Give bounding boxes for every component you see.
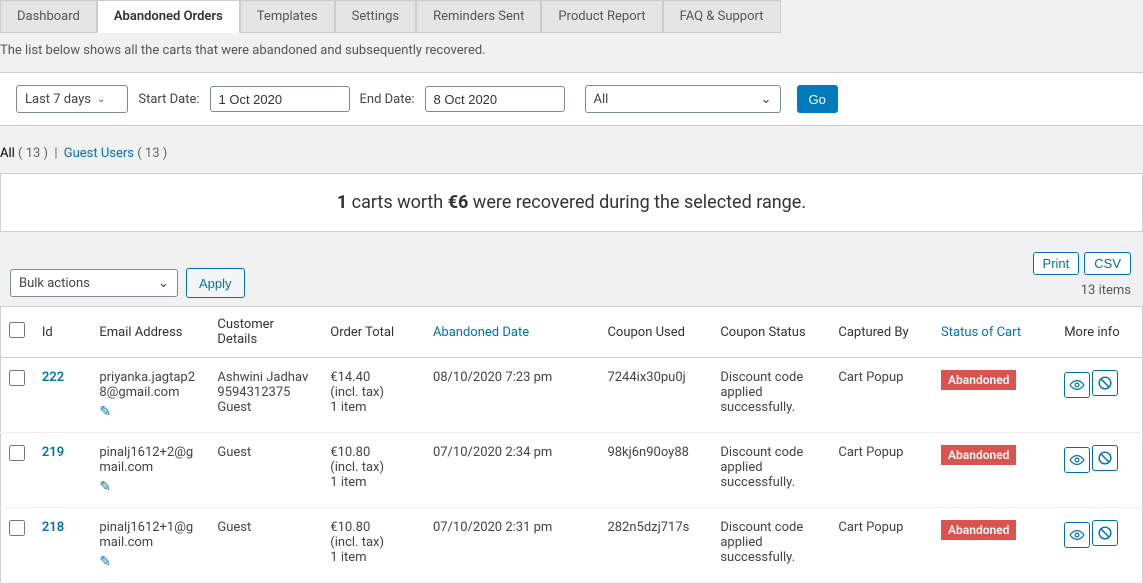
tab-templates[interactable]: Templates xyxy=(240,0,335,33)
order-total: €10.80(incl. tax)1 item xyxy=(322,433,425,508)
col-more-info: More info xyxy=(1056,307,1142,358)
bulk-actions-value: Bulk actions xyxy=(19,276,90,291)
filter-guest-count: ( 13 ) xyxy=(137,146,167,161)
chevron-down-icon: ⌄ xyxy=(761,92,772,107)
select-all-checkbox[interactable] xyxy=(9,322,25,338)
row-checkbox[interactable] xyxy=(9,370,25,386)
status-filter-select[interactable]: All ⌄ xyxy=(585,85,781,113)
summary-amount: €6 xyxy=(448,192,469,213)
customer-details: Ashwini Jadhav9594312375Guest xyxy=(209,358,322,433)
coupon-status: Discount code applied successfully. xyxy=(712,508,830,583)
col-id[interactable]: Id xyxy=(34,307,91,358)
orders-table: Id Email Address Customer Details Order … xyxy=(0,306,1143,583)
email-text: priyanka.jagtap28@gmail.com xyxy=(99,370,201,400)
recovery-summary: 1 carts worth €6 were recovered during t… xyxy=(0,173,1143,232)
coupon-status: Discount code applied successfully. xyxy=(712,433,830,508)
filter-links: All ( 13 ) | Guest Users ( 13 ) xyxy=(0,126,1143,173)
row-checkbox[interactable] xyxy=(9,520,25,536)
abandoned-date: 07/10/2020 2:34 pm xyxy=(425,433,600,508)
order-id-link[interactable]: 222 xyxy=(42,370,64,385)
captured-by: Cart Popup xyxy=(830,358,933,433)
print-button[interactable]: Print xyxy=(1033,252,1080,275)
coupon-code: 98kj6n90oy88 xyxy=(599,433,712,508)
table-row: 219 pinalj1612+2@gmail.com ✎ Guest€10.80(i… xyxy=(1,433,1143,508)
tab-reminders-sent[interactable]: Reminders Sent xyxy=(416,0,541,33)
summary-count: 1 xyxy=(337,192,347,213)
chevron-down-icon: ⌄ xyxy=(97,94,105,105)
start-date-label: Start Date: xyxy=(138,92,199,107)
status-badge: Abandoned xyxy=(941,445,1016,465)
end-date-label: End Date: xyxy=(360,92,415,107)
status-badge: Abandoned xyxy=(941,370,1016,390)
end-date-input[interactable] xyxy=(425,86,565,112)
customer-details: Guest xyxy=(209,433,322,508)
date-range-value: Last 7 days xyxy=(25,92,91,107)
tabs: DashboardAbandoned OrdersTemplatesSettin… xyxy=(0,0,1143,33)
row-checkbox[interactable] xyxy=(9,445,25,461)
table-row: 222 priyanka.jagtap28@gmail.com ✎ Ashwini … xyxy=(1,358,1143,433)
summary-text1: carts worth xyxy=(347,192,447,213)
start-date-input[interactable] xyxy=(210,86,350,112)
tab-abandoned-orders[interactable]: Abandoned Orders xyxy=(97,0,240,33)
email-text: pinalj1612+2@gmail.com xyxy=(99,445,201,475)
date-range-select[interactable]: Last 7 days ⌄ xyxy=(16,85,128,113)
coupon-code: 7244ix30pu0j xyxy=(599,358,712,433)
order-total: €14.40(incl. tax)1 item xyxy=(322,358,425,433)
coupon-status: Discount code applied successfully. xyxy=(712,358,830,433)
view-button[interactable] xyxy=(1064,522,1090,548)
view-button[interactable] xyxy=(1064,372,1090,398)
csv-button[interactable]: CSV xyxy=(1084,252,1131,275)
col-customer[interactable]: Customer Details xyxy=(209,307,322,358)
abandoned-date: 08/10/2020 7:23 pm xyxy=(425,358,600,433)
summary-text2: were recovered during the selected range… xyxy=(468,192,806,213)
edit-icon[interactable]: ✎ xyxy=(99,404,111,420)
filter-bar: Last 7 days ⌄ Start Date: End Date: All … xyxy=(0,72,1143,126)
tab-faq-support[interactable]: FAQ & Support xyxy=(663,0,781,33)
table-header-row: Id Email Address Customer Details Order … xyxy=(1,307,1143,358)
view-button[interactable] xyxy=(1064,447,1090,473)
col-email[interactable]: Email Address xyxy=(91,307,209,358)
order-id-link[interactable]: 219 xyxy=(42,445,64,460)
col-coupon-status[interactable]: Coupon Status xyxy=(712,307,830,358)
table-toolbar: Bulk actions ⌄ Apply Print CSV 13 items xyxy=(0,232,1143,306)
block-button[interactable] xyxy=(1092,445,1118,471)
tab-product-report[interactable]: Product Report xyxy=(541,0,662,33)
chevron-down-icon: ⌄ xyxy=(158,276,169,291)
email-text: pinalj1612+1@gmail.com xyxy=(99,520,201,550)
separator: | xyxy=(54,146,57,161)
block-button[interactable] xyxy=(1092,370,1118,396)
go-button[interactable]: Go xyxy=(797,85,838,113)
status-badge: Abandoned xyxy=(941,520,1016,540)
status-filter-value: All xyxy=(594,92,609,107)
captured-by: Cart Popup xyxy=(830,433,933,508)
abandoned-date: 07/10/2020 2:31 pm xyxy=(425,508,600,583)
tab-settings[interactable]: Settings xyxy=(335,0,416,33)
coupon-code: 282n5dzj717s xyxy=(599,508,712,583)
table-row: 218 pinalj1612+1@gmail.com ✎ Guest€10.80(i… xyxy=(1,508,1143,583)
bulk-actions-select[interactable]: Bulk actions ⌄ xyxy=(10,269,178,297)
apply-button[interactable]: Apply xyxy=(186,268,245,298)
col-total[interactable]: Order Total xyxy=(322,307,425,358)
col-status[interactable]: Status of Cart xyxy=(933,307,1056,358)
col-captured-by[interactable]: Captured By xyxy=(830,307,933,358)
block-button[interactable] xyxy=(1092,520,1118,546)
customer-details: Guest xyxy=(209,508,322,583)
captured-by: Cart Popup xyxy=(830,508,933,583)
item-count: 13 items xyxy=(1033,283,1131,298)
tab-dashboard[interactable]: Dashboard xyxy=(0,0,97,33)
edit-icon[interactable]: ✎ xyxy=(99,479,111,495)
col-date[interactable]: Abandoned Date xyxy=(425,307,600,358)
order-total: €10.80(incl. tax)1 item xyxy=(322,508,425,583)
col-coupon[interactable]: Coupon Used xyxy=(599,307,712,358)
subheader-text: The list below shows all the carts that … xyxy=(0,33,1143,72)
filter-all-label[interactable]: All xyxy=(0,146,15,161)
order-id-link[interactable]: 218 xyxy=(42,520,64,535)
filter-guest-link[interactable]: Guest Users xyxy=(64,146,134,161)
filter-all-count: ( 13 ) xyxy=(18,146,48,161)
edit-icon[interactable]: ✎ xyxy=(99,554,111,570)
